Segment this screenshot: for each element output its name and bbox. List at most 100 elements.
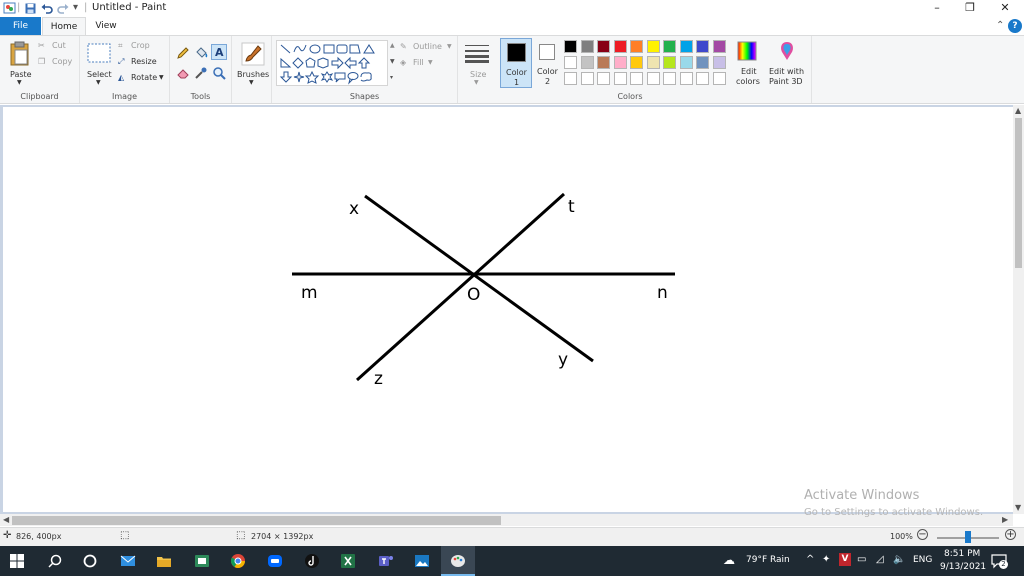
palette-swatch[interactable] <box>613 56 627 69</box>
fill-bucket-icon[interactable] <box>194 46 208 60</box>
palette-swatch[interactable] <box>564 56 577 69</box>
weather-text[interactable]: 79°F Rain <box>746 555 790 565</box>
palette-swatch[interactable] <box>597 56 610 69</box>
paint-icon[interactable] <box>3 2 16 14</box>
volume-icon[interactable]: 🔈 <box>893 554 905 565</box>
resize-button[interactable]: ⤢ Resize <box>118 57 166 69</box>
text-tool-button[interactable]: A <box>211 44 227 60</box>
brushes-button[interactable]: Brushes ▼ <box>235 39 269 87</box>
palette-swatch[interactable] <box>712 56 726 69</box>
palette-swatch[interactable] <box>696 40 709 53</box>
maximize-button[interactable]: ❐ <box>954 0 986 17</box>
language-indicator[interactable]: ENG <box>913 555 932 565</box>
help-icon[interactable]: ? <box>1008 19 1022 33</box>
color-picker-icon[interactable] <box>194 66 208 80</box>
collapse-ribbon-icon[interactable]: ⌃ <box>996 20 1004 31</box>
palette-swatch[interactable] <box>663 72 676 85</box>
palette-swatch[interactable] <box>564 40 577 53</box>
taskbar-photos[interactable] <box>405 546 439 576</box>
taskbar-file-explorer[interactable] <box>147 546 181 576</box>
palette-swatch[interactable] <box>663 56 676 69</box>
notification-center-button[interactable]: 2 <box>990 552 1008 570</box>
people-icon[interactable]: ✦ <box>822 554 830 565</box>
palette-swatch[interactable] <box>646 72 660 85</box>
color1-button[interactable]: Color 1 <box>500 38 532 88</box>
scroll-up-icon[interactable]: ▲ <box>1015 106 1021 115</box>
palette-swatch[interactable] <box>646 56 660 69</box>
taskbar-app-green[interactable] <box>185 546 219 576</box>
palette-swatch[interactable] <box>580 72 594 85</box>
scroll-left-icon[interactable]: ◀ <box>3 515 9 524</box>
taskbar-tiktok[interactable] <box>295 546 329 576</box>
palette-swatch[interactable] <box>580 40 594 53</box>
clock-date[interactable]: 9/13/2021 <box>940 562 986 572</box>
zoom-out-button[interactable]: − <box>917 529 928 540</box>
undo-icon[interactable] <box>41 3 53 14</box>
search-button[interactable] <box>38 546 72 576</box>
palette-swatch[interactable] <box>663 40 676 53</box>
antivirus-tray-badge[interactable]: V <box>839 553 851 566</box>
customize-quick-access-button[interactable]: ▾ <box>73 2 78 14</box>
show-hidden-icons-icon[interactable]: ^ <box>806 554 814 565</box>
cortana-button[interactable] <box>73 546 107 576</box>
rotate-button[interactable]: ◭ Rotate ▼ <box>118 73 166 85</box>
outline-button[interactable]: ✎ Outline ▼ <box>400 42 456 54</box>
palette-swatch[interactable] <box>679 40 693 53</box>
fill-button[interactable]: ◈ Fill ▼ <box>400 58 456 70</box>
palette-swatch[interactable] <box>630 40 643 53</box>
network-icon[interactable]: ◿ <box>876 554 884 565</box>
tab-file[interactable]: File <box>0 17 41 35</box>
paste-button[interactable]: Paste ▼ <box>4 39 36 87</box>
palette-swatch[interactable] <box>597 72 610 85</box>
taskbar-paint[interactable] <box>441 546 475 576</box>
taskbar-teams[interactable] <box>369 546 403 576</box>
palette-swatch[interactable] <box>630 72 643 85</box>
crop-button[interactable]: ⌗ Crop <box>118 41 166 53</box>
shapes-scroll-up-icon[interactable]: ▲ <box>390 42 395 49</box>
palette-swatch[interactable] <box>712 72 726 85</box>
select-button[interactable]: Select ▼ <box>84 39 114 87</box>
drawing-canvas[interactable]: x t m O n y z <box>3 107 1013 512</box>
magnifier-icon[interactable] <box>212 66 226 80</box>
palette-swatch[interactable] <box>597 40 610 53</box>
horizontal-scroll-thumb[interactable] <box>12 516 501 525</box>
save-icon[interactable] <box>25 3 36 14</box>
palette-swatch[interactable] <box>679 56 693 69</box>
palette-swatch[interactable] <box>646 40 660 53</box>
palette-swatch[interactable] <box>613 72 627 85</box>
start-button[interactable] <box>0 546 34 576</box>
taskbar-zalo[interactable] <box>258 546 292 576</box>
scroll-right-icon[interactable]: ▶ <box>1002 515 1008 524</box>
keyboard-icon[interactable]: ▭ <box>857 554 866 565</box>
edit-colors-button[interactable]: Edit colors <box>732 38 762 88</box>
vertical-scroll-thumb[interactable] <box>1015 118 1022 268</box>
palette-swatch[interactable] <box>679 72 693 85</box>
edit-with-paint3d-button[interactable]: Edit with Paint 3D <box>766 38 808 88</box>
palette-swatch[interactable] <box>696 72 709 85</box>
shapes-expand-icon[interactable]: ▾ <box>390 74 393 81</box>
scroll-down-icon[interactable]: ▼ <box>1015 503 1021 512</box>
taskbar-excel[interactable] <box>331 546 365 576</box>
tab-home[interactable]: Home <box>42 17 86 35</box>
zoom-in-button[interactable]: + <box>1005 529 1016 540</box>
weather-icon[interactable]: ☁ <box>723 553 735 567</box>
palette-swatch[interactable] <box>564 72 577 85</box>
palette-swatch[interactable] <box>696 56 709 69</box>
pencil-icon[interactable] <box>176 46 190 60</box>
cut-button[interactable]: ✂ Cut <box>38 41 76 53</box>
palette-swatch[interactable] <box>613 40 627 53</box>
shapes-gallery[interactable] <box>276 40 388 86</box>
palette-swatch[interactable] <box>580 56 594 69</box>
clock-time[interactable]: 8:51 PM <box>944 549 980 559</box>
zoom-slider-thumb[interactable] <box>965 531 971 543</box>
redo-icon[interactable] <box>57 3 69 14</box>
tab-view[interactable]: View <box>88 17 124 35</box>
eraser-icon[interactable] <box>176 66 190 80</box>
palette-swatch[interactable] <box>630 56 643 69</box>
copy-button[interactable]: ❐ Copy <box>38 57 78 69</box>
close-button[interactable]: ✕ <box>989 0 1021 17</box>
palette-swatch[interactable] <box>712 40 726 53</box>
minimize-button[interactable]: – <box>921 0 953 17</box>
taskbar-mail[interactable] <box>111 546 145 576</box>
taskbar-chrome[interactable] <box>221 546 255 576</box>
